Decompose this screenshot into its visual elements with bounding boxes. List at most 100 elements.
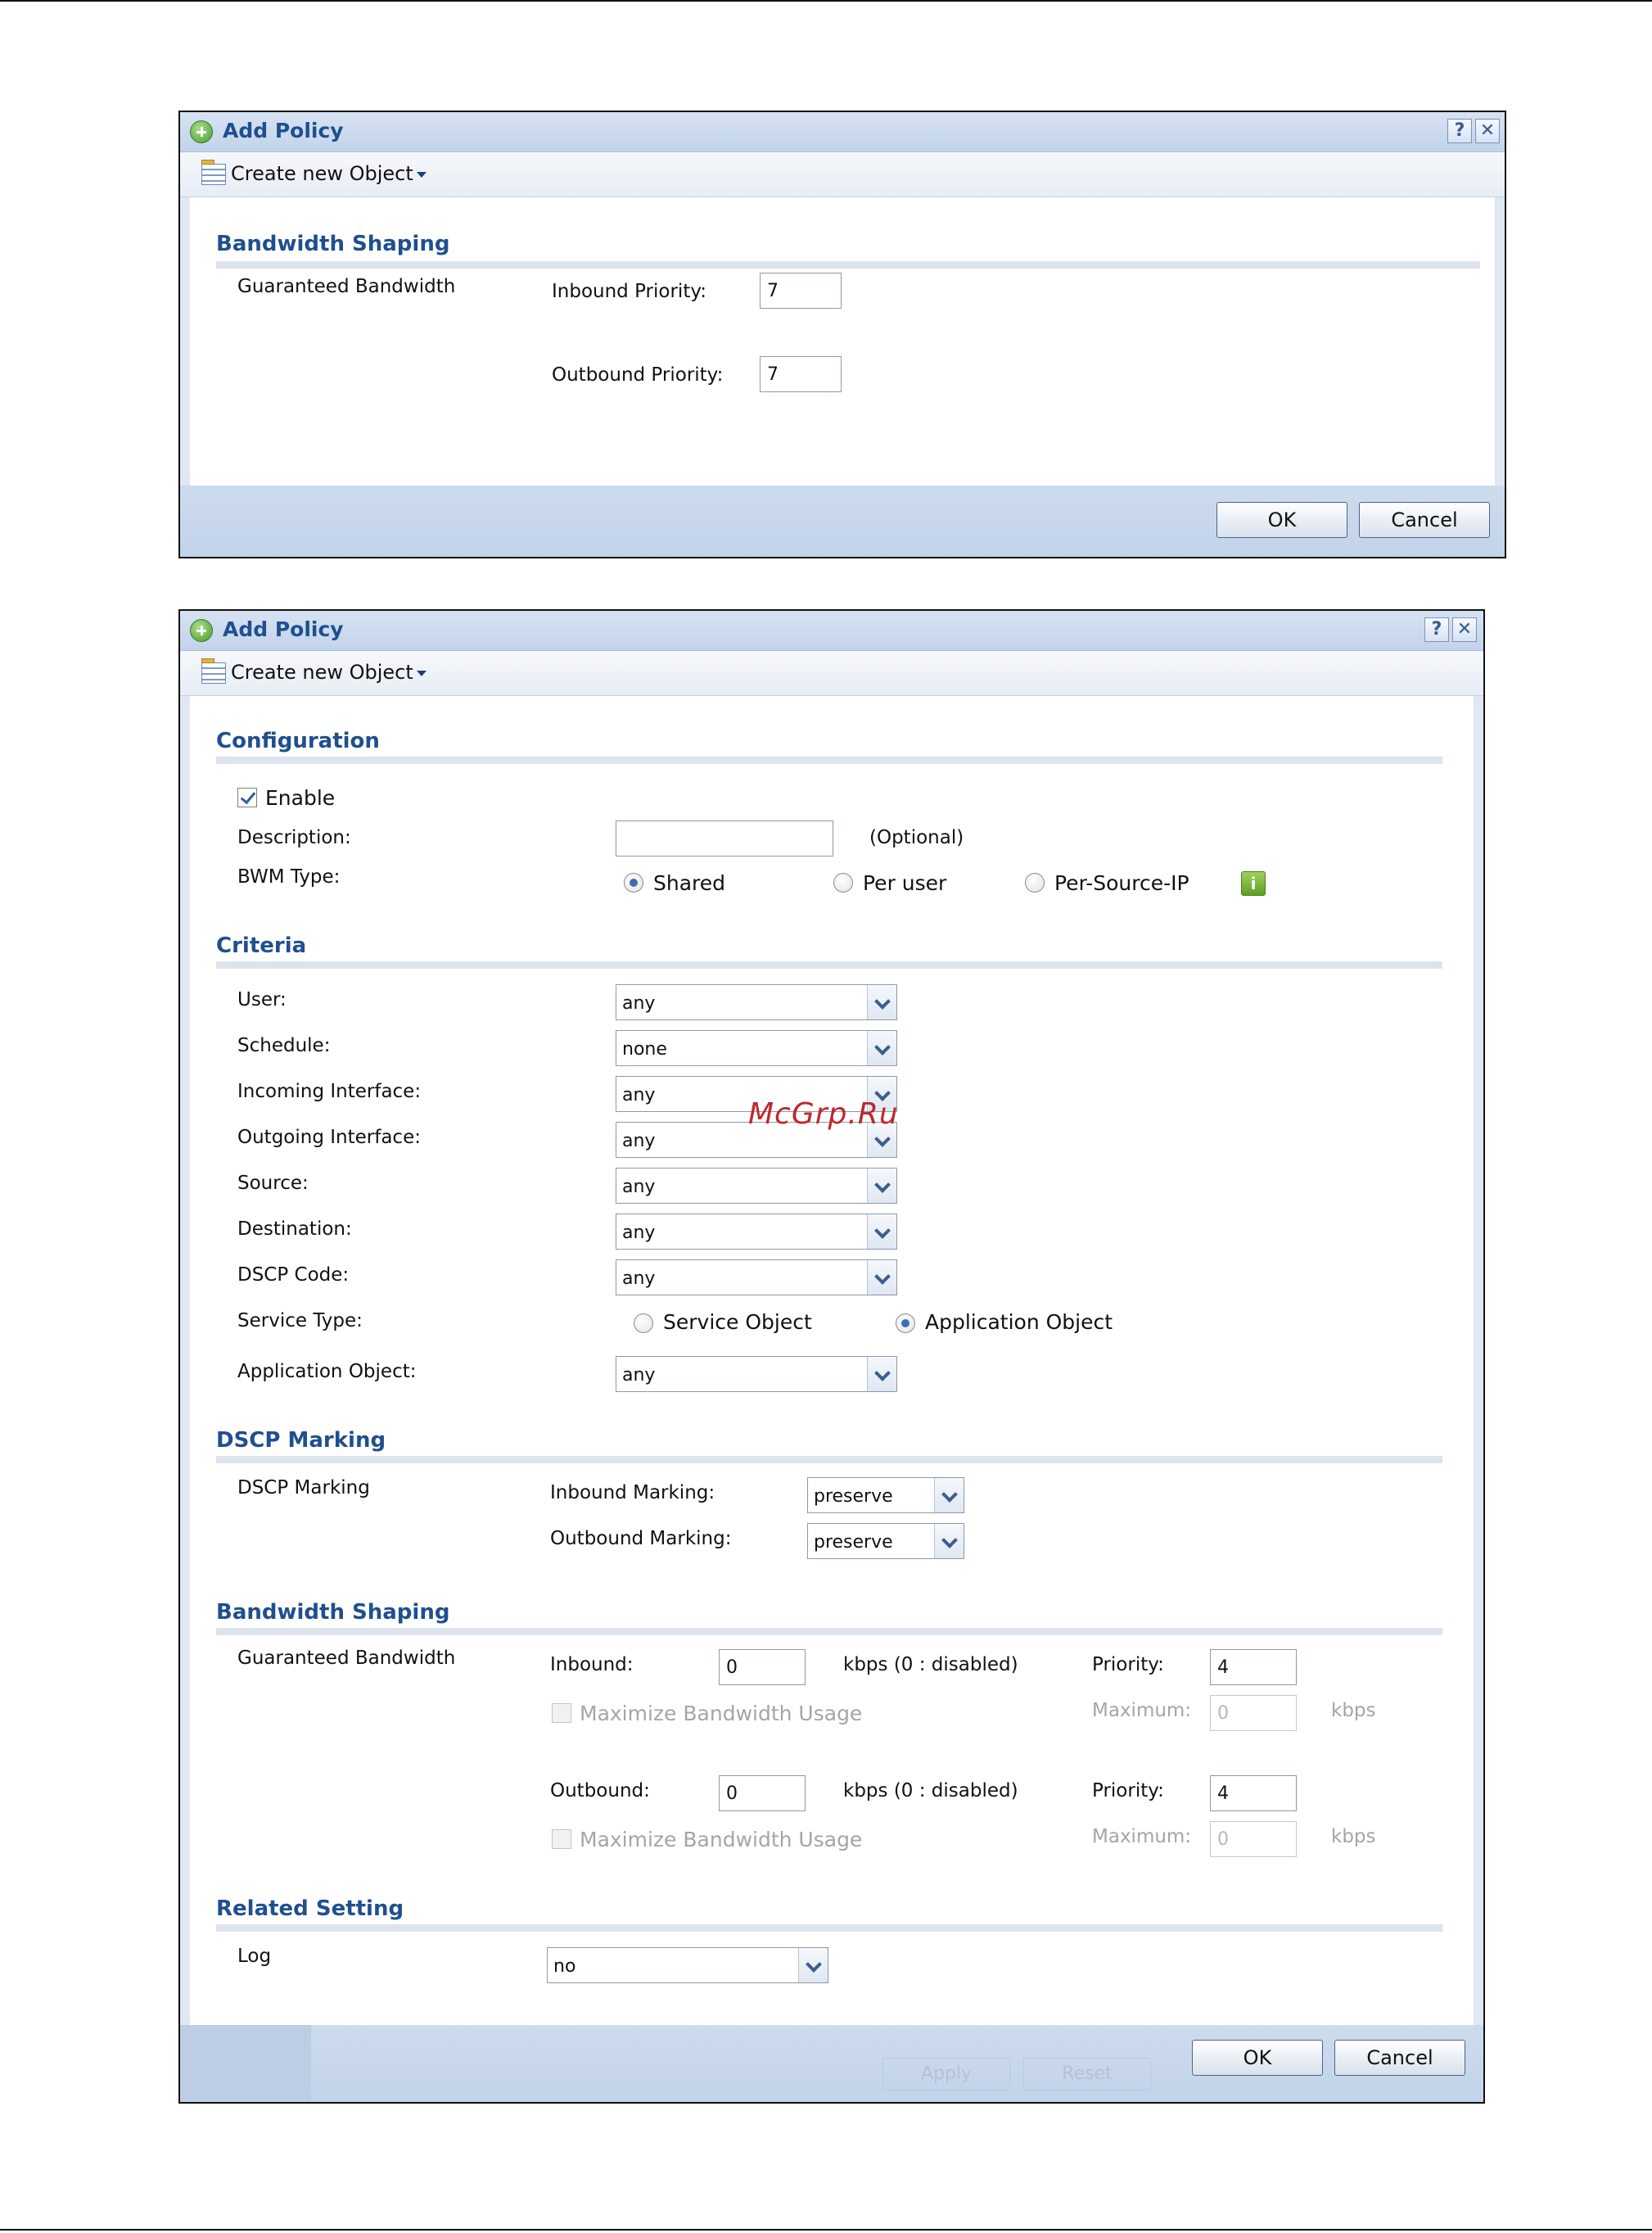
inbound-maximum-unit: kbps	[1331, 1700, 1376, 1721]
log-select[interactable]: no	[547, 1947, 828, 1983]
outbound-priority-label: Outbound Priority:	[552, 364, 724, 386]
info-icon[interactable]: i	[1241, 871, 1266, 896]
inbound-priority-label: Inbound Priority:	[552, 281, 707, 302]
outbound-maximum-unit: kbps	[1331, 1826, 1376, 1847]
dialog-title: Add Policy	[223, 119, 344, 142]
cancel-button[interactable]: Cancel	[1359, 502, 1490, 538]
bwm-per-user-radio[interactable]	[833, 873, 853, 893]
inbound-maximum-label: Maximum:	[1092, 1700, 1192, 1721]
ok-button[interactable]: OK	[1192, 2040, 1323, 2076]
inbound-priority-input[interactable]: 7	[760, 273, 842, 309]
chevron-down-icon	[934, 1524, 964, 1558]
outbound-maximum-input[interactable]: 0	[1210, 1821, 1297, 1857]
ok-button[interactable]: OK	[1216, 502, 1347, 538]
object-list-icon	[201, 658, 226, 684]
dialog-footer: OK Cancel	[180, 486, 1505, 557]
chevron-down-icon	[867, 985, 896, 1019]
inbound-priority-input[interactable]: 4	[1210, 1649, 1297, 1685]
dialog-title: Add Policy	[223, 617, 344, 641]
chevron-down-icon	[867, 1357, 896, 1391]
application-object-field-label: Application Object:	[237, 1361, 417, 1382]
footer-shade	[180, 2025, 311, 2102]
section-title-dscp-marking: DSCP Marking	[216, 1428, 386, 1453]
page-bottom-rule	[0, 2229, 1652, 2231]
schedule-select[interactable]: none	[616, 1030, 897, 1066]
create-new-object-menu[interactable]: Create new Object	[231, 661, 427, 684]
add-circle-icon	[190, 619, 213, 642]
source-select[interactable]: any	[616, 1168, 897, 1204]
inbound-maximize-label: Maximize Bandwidth Usage	[580, 1702, 863, 1725]
dscp-code-label: DSCP Code:	[237, 1264, 350, 1286]
chevron-down-icon	[416, 670, 427, 676]
create-new-object-menu[interactable]: Create new Object	[231, 162, 427, 185]
user-select[interactable]: any	[616, 984, 897, 1020]
description-label: Description:	[237, 827, 351, 848]
help-icon[interactable]: ?	[1424, 617, 1449, 642]
section-title-bandwidth-shaping: Bandwidth Shaping	[216, 232, 450, 256]
watermark-text: McGrp.Ru	[748, 1097, 899, 1131]
section-divider	[216, 1628, 1442, 1635]
chevron-down-icon	[867, 1031, 896, 1065]
reset-button-ghost: Reset	[1023, 2058, 1151, 2091]
chevron-down-icon	[798, 1948, 828, 1982]
chevron-down-icon	[867, 1260, 896, 1295]
inbound-unit-hint: kbps (0 : disabled)	[843, 1654, 1018, 1675]
dialog-content: Configuration Enable Description: (Optio…	[190, 696, 1474, 2025]
inbound-maximize-checkbox[interactable]	[552, 1703, 571, 1723]
application-object-select[interactable]: any	[616, 1356, 897, 1392]
help-icon[interactable]: ?	[1447, 119, 1472, 143]
section-title-related-setting: Related Setting	[216, 1896, 404, 1921]
service-type-label: Service Type:	[237, 1310, 363, 1331]
dialog-titlebar: Add Policy ? ✕	[180, 112, 1505, 152]
destination-select[interactable]: any	[616, 1214, 897, 1250]
outbound-marking-select[interactable]: preserve	[807, 1523, 964, 1559]
section-divider	[216, 1924, 1442, 1932]
guaranteed-bandwidth-label: Guaranteed Bandwidth	[237, 276, 456, 297]
inbound-bandwidth-input[interactable]: 0	[719, 1649, 806, 1685]
dialog-footer: Apply Reset OK Cancel	[180, 2025, 1483, 2102]
bwm-per-source-ip-radio[interactable]	[1025, 873, 1045, 893]
inbound-marking-select[interactable]: preserve	[807, 1477, 964, 1513]
user-label: User:	[237, 989, 287, 1010]
bwm-shared-radio[interactable]	[624, 873, 643, 893]
section-title-bandwidth-shaping: Bandwidth Shaping	[216, 1600, 450, 1625]
bwm-type-label: BWM Type:	[237, 866, 341, 888]
outbound-maximize-checkbox[interactable]	[552, 1829, 571, 1849]
add-policy-dialog-full: Add Policy ? ✕ Create new Object Configu…	[178, 609, 1485, 2104]
outbound-priority-input[interactable]: 7	[760, 356, 842, 392]
chevron-down-icon	[867, 1214, 896, 1249]
object-list-icon	[201, 160, 226, 185]
add-policy-dialog-simple: Add Policy ? ✕ Create new Object Bandwid…	[178, 111, 1506, 558]
inbound-maximum-input[interactable]: 0	[1210, 1695, 1297, 1731]
application-object-radio[interactable]	[896, 1313, 915, 1333]
apply-button-ghost: Apply	[882, 2058, 1010, 2091]
optional-hint: (Optional)	[869, 827, 964, 848]
destination-label: Destination:	[237, 1218, 352, 1240]
outgoing-interface-label: Outgoing Interface:	[237, 1127, 421, 1148]
chevron-down-icon	[867, 1168, 896, 1203]
bwm-shared-label: Shared	[653, 871, 726, 895]
dscp-code-select[interactable]: any	[616, 1259, 897, 1295]
dialog-content: Bandwidth Shaping Guaranteed Bandwidth I…	[190, 197, 1495, 486]
section-divider	[216, 261, 1480, 269]
outbound-priority-input[interactable]: 4	[1210, 1775, 1297, 1811]
page-top-rule	[0, 0, 1652, 2]
add-circle-icon	[190, 120, 213, 143]
section-title-criteria: Criteria	[216, 933, 307, 958]
chevron-down-icon	[416, 171, 427, 178]
close-icon[interactable]: ✕	[1452, 617, 1477, 642]
outbound-bandwidth-input[interactable]: 0	[719, 1775, 806, 1811]
enable-label: Enable	[265, 786, 336, 810]
outbound-marking-label: Outbound Marking:	[550, 1528, 732, 1549]
service-object-radio[interactable]	[634, 1313, 653, 1333]
close-icon[interactable]: ✕	[1475, 119, 1500, 143]
outbound-priority-label: Priority:	[1092, 1780, 1164, 1801]
cancel-button[interactable]: Cancel	[1334, 2040, 1465, 2076]
guaranteed-bandwidth-label: Guaranteed Bandwidth	[237, 1648, 456, 1669]
bwm-per-source-ip-label: Per-Source-IP	[1054, 871, 1189, 895]
outbound-unit-hint: kbps (0 : disabled)	[843, 1780, 1018, 1801]
bwm-per-user-label: Per user	[863, 871, 947, 895]
outbound-maximize-label: Maximize Bandwidth Usage	[580, 1828, 863, 1851]
description-input[interactable]	[616, 820, 833, 857]
enable-checkbox[interactable]	[237, 788, 257, 807]
